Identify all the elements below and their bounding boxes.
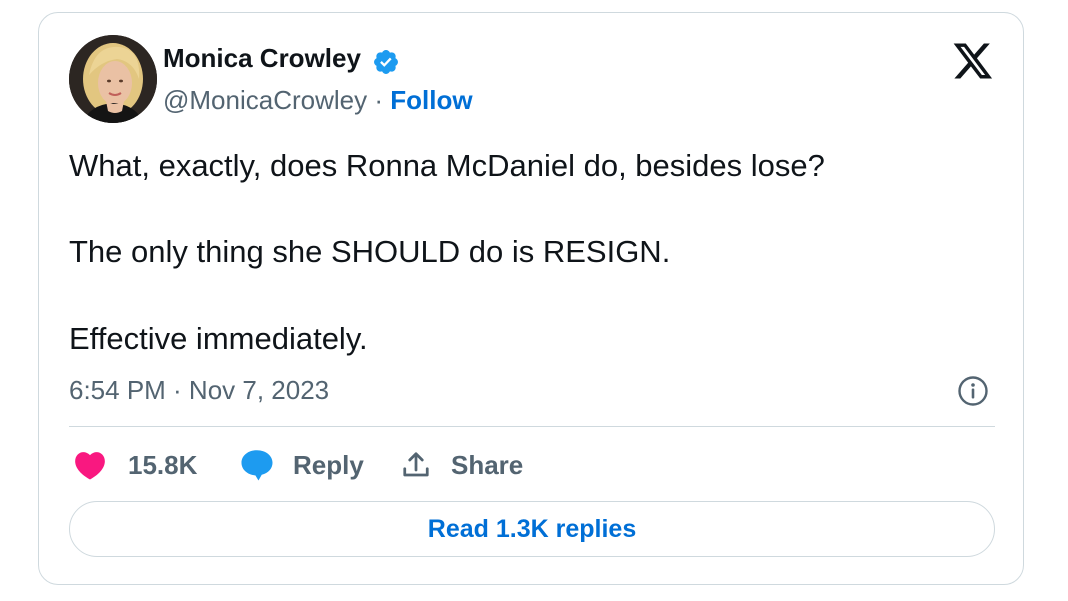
info-icon[interactable] — [957, 375, 989, 407]
x-logo-icon[interactable] — [952, 41, 994, 81]
share-upload-icon — [403, 452, 429, 477]
tweet-text-line-2: The only thing she SHOULD do is RESIGN. — [69, 234, 671, 269]
read-replies-label: Read 1.3K replies — [427, 514, 637, 543]
author-handle[interactable]: @MonicaCrowley — [163, 85, 367, 115]
like-count: 15.8K — [128, 449, 198, 480]
tweet-text-line-3: Effective immediately. — [69, 321, 368, 356]
reply-button[interactable]: Reply — [239, 445, 364, 485]
speech-bubble-icon — [241, 450, 273, 481]
tweet-text-line-1: What, exactly, does Ronna McDaniel do, b… — [69, 148, 825, 183]
author-display-name[interactable]: Monica Crowley — [163, 43, 361, 74]
avatar-image — [69, 35, 157, 123]
author-handle-row: @MonicaCrowley · Follow — [163, 85, 473, 116]
share-button[interactable]: Share — [401, 445, 523, 485]
reply-label: Reply — [293, 449, 364, 480]
share-label: Share — [451, 449, 524, 480]
avatar[interactable] — [69, 35, 157, 123]
heart-icon — [75, 452, 105, 480]
follow-link[interactable]: Follow — [390, 85, 472, 115]
tweet-card: Monica Crowley @MonicaCrowley · Follow W… — [38, 12, 1024, 585]
like-button[interactable]: 15.8K — [73, 445, 197, 485]
tweet-timestamp[interactable]: 6:54 PM · Nov 7, 2023 — [69, 375, 329, 406]
handle-separator: · — [367, 85, 391, 115]
read-replies-button[interactable]: Read 1.3K replies — [69, 501, 995, 557]
divider — [69, 426, 995, 427]
verified-badge-icon — [374, 50, 398, 74]
